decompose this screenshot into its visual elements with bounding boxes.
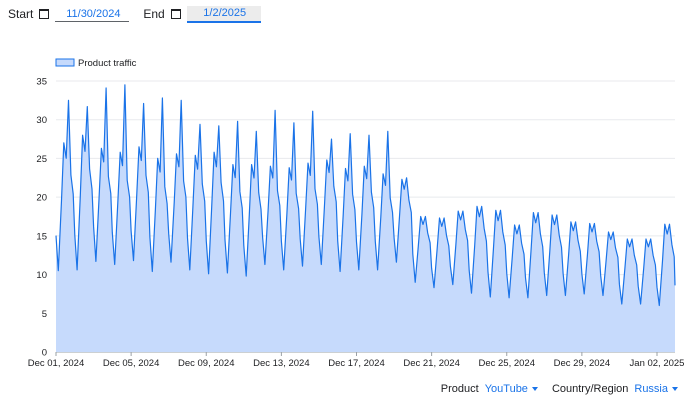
y-tick-label: 30 [36, 115, 47, 126]
chevron-down-icon[interactable] [531, 387, 538, 391]
x-axis-ticks: Dec 01, 2024 Dec 05, 2024 Dec 09, 2024 Dec … [28, 352, 685, 369]
x-tick-label: Dec 21, 2024 [403, 358, 460, 369]
x-tick-label: Dec 17, 2024 [328, 358, 385, 369]
y-tick-label: 10 [36, 270, 47, 281]
x-tick-label: Dec 05, 2024 [103, 358, 160, 369]
country-label: Country/Region [551, 383, 629, 395]
y-axis-ticks: 0 5 10 15 20 25 30 35 [36, 77, 47, 359]
chevron-down-icon[interactable] [672, 387, 678, 391]
x-tick-label: Dec 25, 2024 [478, 358, 535, 369]
product-label: Product [440, 383, 479, 395]
y-tick-label: 5 [42, 309, 47, 320]
chart-legend[interactable]: Product traffic [55, 58, 137, 69]
x-tick-label: Jan 02, 2025 [630, 358, 685, 369]
y-tick-label: 0 [42, 348, 47, 359]
country-select[interactable]: Russia [634, 383, 668, 395]
legend-label: Product traffic [78, 58, 137, 69]
legend-swatch [55, 58, 75, 67]
x-tick-label: Dec 09, 2024 [178, 358, 235, 369]
x-tick-label: Dec 13, 2024 [253, 358, 310, 369]
y-tick-label: 25 [36, 154, 47, 165]
y-tick-label: 35 [36, 77, 47, 88]
y-tick-label: 20 [36, 193, 47, 204]
product-select[interactable]: YouTube [485, 383, 528, 395]
traffic-chart: 05101520253035 Dec 01, 2024 Dec 05, 2024 D… [28, 58, 685, 369]
x-tick-label: Dec 01, 2024 [28, 358, 85, 369]
y-tick-label: 15 [36, 231, 47, 242]
filter-bar: Product YouTube Country/Region Russia [441, 383, 678, 395]
x-tick-label: Dec 29, 2024 [554, 358, 611, 369]
